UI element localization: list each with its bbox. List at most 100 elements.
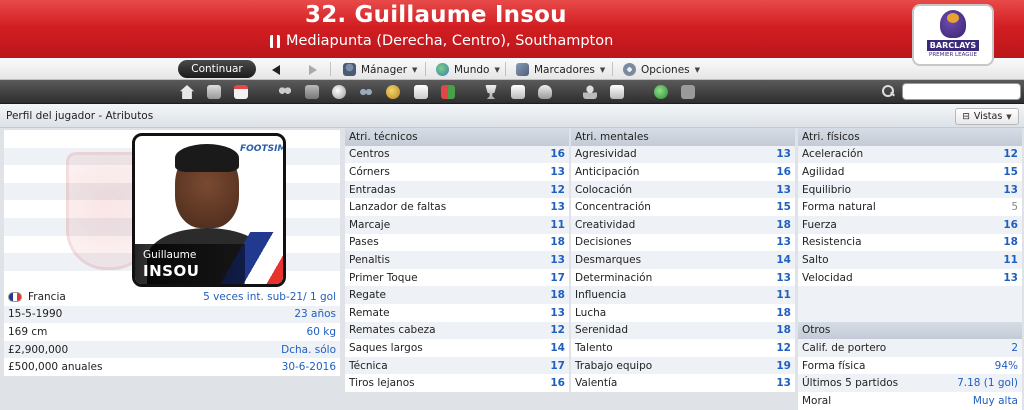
trophy-icon[interactable]	[485, 85, 497, 99]
attr-row[interactable]: Talento 12	[571, 339, 795, 357]
tactics-icon[interactable]	[305, 85, 319, 99]
views-label: Vistas	[973, 111, 1003, 122]
attr-row[interactable]: Fuerza 16	[798, 215, 1022, 234]
attr-row[interactable]: Valentía 13	[571, 374, 795, 392]
menu-bar: Continuar Mánager ▼ Mundo ▼ Marcadores ▼…	[0, 58, 1024, 80]
world-menu[interactable]: Mundo ▼	[436, 61, 500, 78]
player-subtitle: Mediapunta (Derecha, Centro), Southampto…	[270, 33, 613, 49]
attr-value: 12	[776, 341, 791, 354]
attr-row[interactable]: Últimos 5 partidos 7.18 (1 gol)	[798, 374, 1022, 392]
attr-row[interactable]: Concentración 15	[571, 198, 795, 216]
attr-value: Muy alta	[972, 394, 1018, 407]
globe-icon	[436, 63, 449, 76]
attr-row[interactable]: Centros 16	[345, 145, 569, 164]
ideas-icon[interactable]	[538, 85, 552, 99]
attr-row[interactable]: Velocidad 13	[798, 268, 1022, 287]
options-menu-label: Opciones	[641, 63, 690, 76]
transfer-icon[interactable]	[441, 85, 455, 99]
info-row-nationality: Francia 5 veces int. sub-21/ 1 gol	[4, 288, 340, 306]
scouting-icon[interactable]	[359, 85, 373, 99]
attr-row[interactable]: Trabajo equipo 19	[571, 356, 795, 375]
attr-row[interactable]: Decisiones 13	[571, 233, 795, 252]
attr-row[interactable]: Primer Toque 17	[345, 268, 569, 287]
spacer-row	[798, 286, 1022, 304]
unknown-icon[interactable]	[681, 85, 695, 99]
squad-icon[interactable]	[278, 85, 292, 99]
attr-row[interactable]: Influencia 11	[571, 286, 795, 304]
search-input[interactable]	[902, 83, 1021, 100]
attr-row[interactable]: Calif. de portero 2	[798, 339, 1022, 357]
attr-row[interactable]: Técnica 17	[345, 356, 569, 375]
manager-menu[interactable]: Mánager ▼	[343, 61, 417, 78]
attr-row[interactable]: Tiros lejanos 16	[345, 374, 569, 392]
attr-row[interactable]: Moral Muy alta	[798, 391, 1022, 410]
attr-row[interactable]: Forma natural 5	[798, 198, 1022, 216]
bookmarks-menu[interactable]: Marcadores ▼	[516, 61, 605, 78]
attr-row[interactable]: Marcaje 11	[345, 215, 569, 234]
attr-row[interactable]: Colocación 13	[571, 180, 795, 199]
document-icon[interactable]	[414, 85, 428, 99]
inbox-icon[interactable]	[207, 85, 221, 99]
training-icon[interactable]	[332, 85, 346, 99]
chevron-down-icon: ▼	[412, 65, 418, 74]
league-logo: BARCLAYS PREMIER LEAGUE	[912, 4, 994, 66]
attr-row[interactable]: Creatividad 18	[571, 215, 795, 234]
attr-name: Saques largos	[349, 341, 423, 354]
attr-row[interactable]: Anticipación 16	[571, 163, 795, 181]
forward-button[interactable]	[309, 61, 317, 78]
mental-attributes: Atri. mentales Agresividad 13 Anticipació…	[571, 128, 795, 392]
help-icon[interactable]	[654, 85, 668, 99]
notes-icon[interactable]	[610, 85, 624, 99]
attr-row[interactable]: Serenidad 18	[571, 321, 795, 340]
manager-menu-label: Mánager	[361, 63, 408, 76]
attr-row[interactable]: Córners 13	[345, 163, 569, 181]
attr-value: 11	[776, 289, 791, 302]
attr-row[interactable]: Lanzador de faltas 13	[345, 198, 569, 216]
position-club-text: Mediapunta (Derecha, Centro), Southampto…	[286, 33, 614, 49]
home-icon[interactable]	[180, 85, 194, 99]
attr-row[interactable]: Agilidad 15	[798, 163, 1022, 181]
bookmarks-menu-label: Marcadores	[534, 63, 595, 76]
divider	[330, 62, 331, 76]
attr-row[interactable]: Remate 13	[345, 303, 569, 322]
attr-row[interactable]: Forma física 94%	[798, 356, 1022, 375]
attr-name: Determinación	[575, 271, 653, 284]
views-button[interactable]: ⊟ Vistas ▼	[955, 108, 1019, 125]
france-flag-icon	[8, 291, 22, 302]
attr-row[interactable]: Determinación 13	[571, 268, 795, 287]
attr-name: Lucha	[575, 306, 607, 319]
attr-row[interactable]: Resistencia 18	[798, 233, 1022, 252]
lion-icon	[940, 10, 966, 38]
attr-row[interactable]: Penaltis 13	[345, 251, 569, 269]
attr-row[interactable]: Equilibrio 13	[798, 180, 1022, 199]
wage: £500,000 anuales	[8, 361, 103, 374]
international-caps[interactable]: 5 veces int. sub-21/ 1 gol	[203, 291, 336, 303]
attr-name: Colocación	[575, 183, 633, 196]
attr-value: 12	[550, 324, 565, 337]
staff-icon[interactable]	[583, 85, 597, 99]
attr-row[interactable]: Salto 11	[798, 251, 1022, 269]
attr-name: Valentía	[575, 377, 618, 390]
attr-row[interactable]: Lucha 18	[571, 303, 795, 322]
attr-row[interactable]: Entradas 12	[345, 180, 569, 199]
attr-name: Concentración	[575, 201, 651, 214]
attr-row[interactable]: Pases 18	[345, 233, 569, 252]
attr-row[interactable]: Remates cabeza 12	[345, 321, 569, 340]
attr-value: 12	[550, 183, 565, 196]
club-info-icon[interactable]	[511, 85, 525, 99]
attr-row[interactable]: Regate 18	[345, 286, 569, 304]
continue-button[interactable]: Continuar	[178, 60, 256, 78]
back-button[interactable]	[272, 61, 280, 78]
attr-row[interactable]: Aceleración 12	[798, 145, 1022, 164]
attr-row[interactable]: Saques largos 14	[345, 339, 569, 357]
panel-title: Perfil del jugador - Atributos	[6, 110, 154, 122]
attr-name: Remate	[349, 306, 390, 319]
options-menu[interactable]: Opciones ▼	[623, 61, 700, 78]
attr-row[interactable]: Agresividad 13	[571, 145, 795, 164]
age: 23 años	[294, 308, 336, 321]
weight: 60 kg	[306, 325, 336, 338]
calendar-icon[interactable]	[234, 85, 248, 99]
finances-icon[interactable]	[386, 85, 400, 99]
attr-row[interactable]: Desmarques 14	[571, 251, 795, 269]
shirt-icon	[270, 34, 280, 48]
